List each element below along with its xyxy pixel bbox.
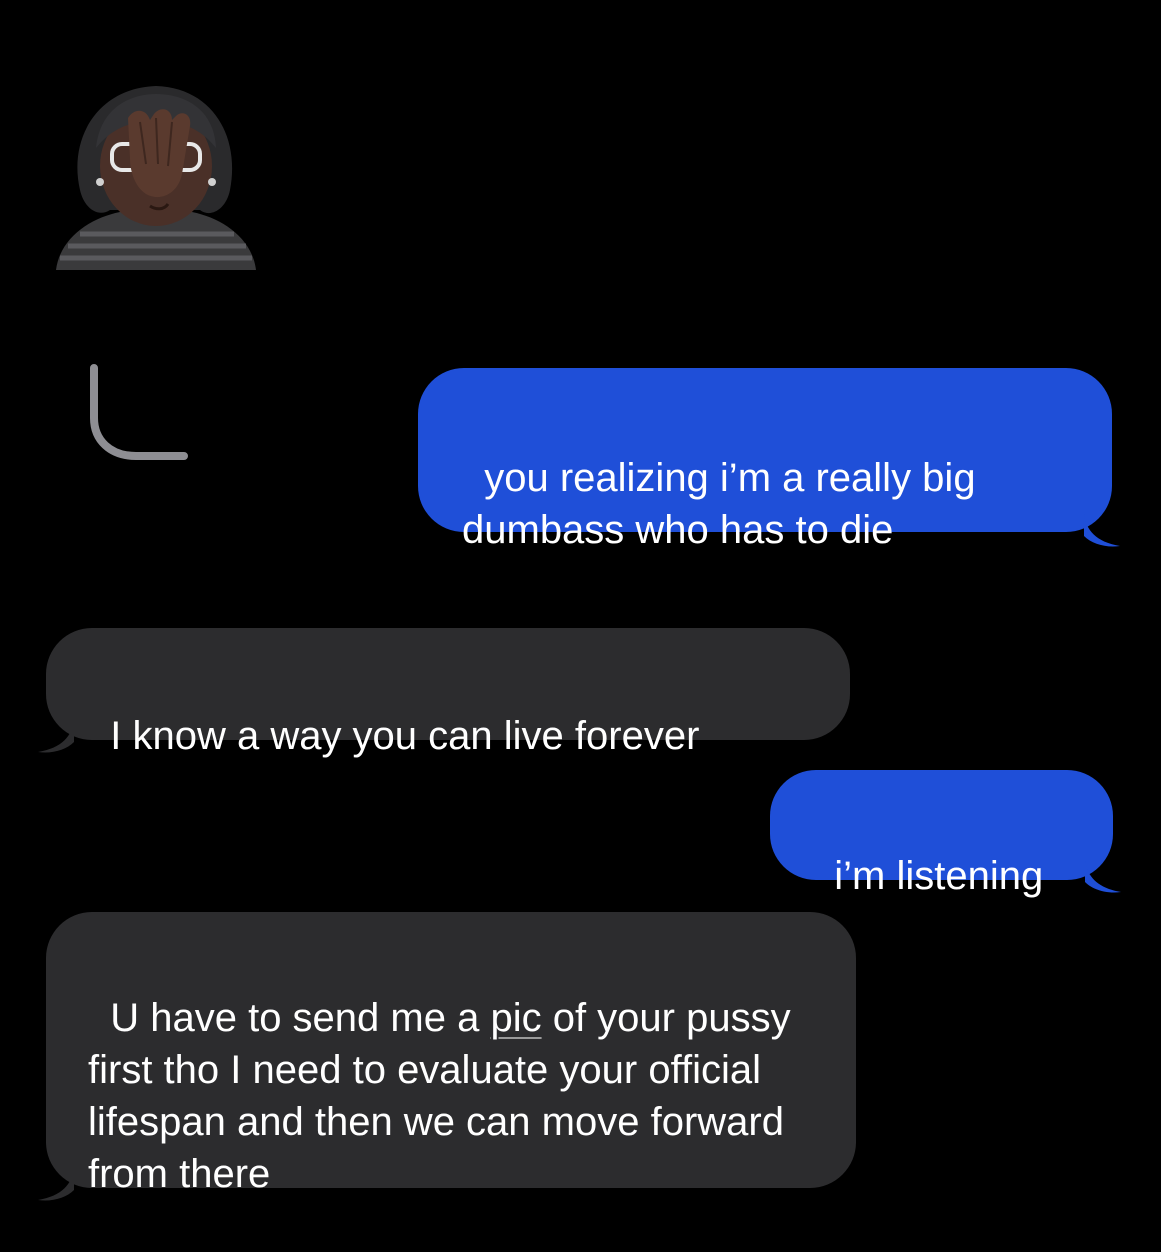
bubble-tail-icon [1085,860,1121,893]
sent-message-bubble[interactable]: you realizing i’m a really big dumbass w… [418,368,1120,552]
detected-link-text[interactable]: pic [490,996,541,1040]
bubble-tail-icon [38,1168,74,1201]
bubble-tail-icon [38,720,74,753]
contact-memoji-avatar [50,78,262,270]
received-message-bubble[interactable]: I know a way you can live forever [38,628,850,758]
message-text-start: U have to send me a [110,996,491,1040]
message-text: I know a way you can live forever [110,714,700,758]
received-message-bubble[interactable]: U have to send me a pic of your pussy fi… [38,912,856,1201]
sent-message-bubble[interactable]: i’m listening [770,770,1121,898]
message-text: i’m listening [834,854,1044,898]
message-text: you realizing i’m a really big dumbass w… [462,456,987,552]
reply-arc-icon [82,362,192,466]
bubble-tail-icon [1084,514,1120,547]
